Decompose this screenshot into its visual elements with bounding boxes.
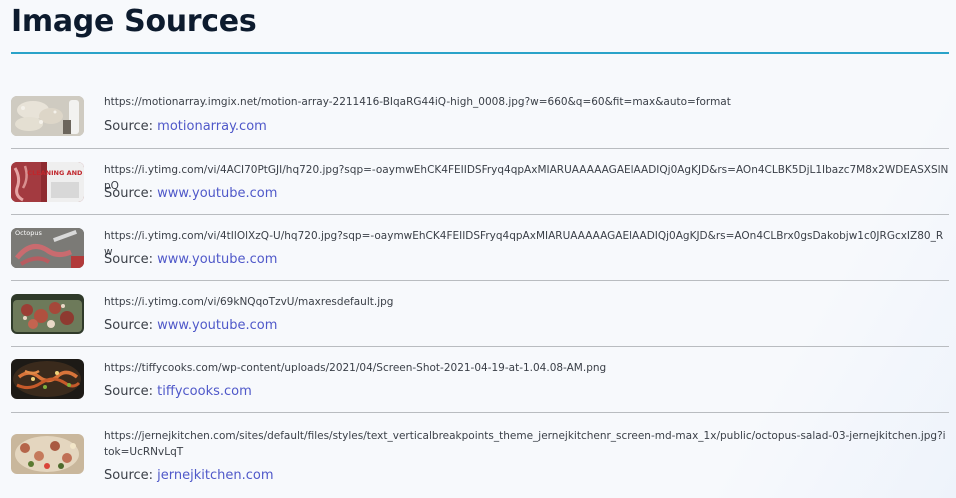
source-label: Source:	[104, 468, 158, 483]
thumbnail-caption: CLEANING AND PREP	[27, 169, 84, 177]
source-line: Source: www.youtube.com	[104, 252, 277, 267]
source-line: Source: www.youtube.com	[104, 318, 277, 333]
source-link-tiffycooks[interactable]: tiffycooks.com	[157, 384, 252, 399]
list-item: https://motionarray.imgix.net/motion-arr…	[11, 82, 949, 149]
sources-list: https://motionarray.imgix.net/motion-arr…	[11, 82, 949, 493]
source-label: Source:	[104, 384, 158, 399]
image-url: https://jernejkitchen.com/sites/default/…	[104, 430, 946, 458]
source-link-youtube[interactable]: www.youtube.com	[157, 318, 277, 333]
octopus-cleaning-video-thumbnail[interactable]: CLEANING AND PREP	[11, 162, 84, 202]
octopus-salad-thumbnail[interactable]	[11, 434, 84, 474]
source-line: Source: www.youtube.com	[104, 186, 277, 201]
list-item: CLEANING AND PREP https://i.ytimg.com/vi…	[11, 149, 949, 215]
title-divider	[11, 52, 949, 54]
cooked-octopus-thumbnail[interactable]	[11, 294, 84, 334]
source-line: Source: tiffycooks.com	[104, 384, 252, 399]
list-item: Octopus https://i.ytimg.com/vi/4tIlOlXzQ…	[11, 215, 949, 281]
image-url: https://i.ytimg.com/vi/69kNQqoTzvU/maxre…	[104, 296, 394, 308]
source-label: Source:	[104, 119, 158, 134]
list-item: https://i.ytimg.com/vi/69kNQqoTzvU/maxre…	[11, 281, 949, 347]
list-item: https://jernejkitchen.com/sites/default/…	[11, 413, 949, 493]
octopus-raw-thumbnail[interactable]	[11, 96, 84, 136]
page-title: Image Sources	[11, 4, 257, 39]
source-link-jernejkitchen[interactable]: jernejkitchen.com	[157, 468, 273, 483]
source-link-youtube[interactable]: www.youtube.com	[157, 186, 277, 201]
image-url: https://motionarray.imgix.net/motion-arr…	[104, 96, 731, 108]
source-label: Source:	[104, 318, 158, 333]
source-label: Source:	[104, 186, 158, 201]
thumbnail-caption: Octopus	[15, 229, 42, 237]
image-sources-page: Image Sources https://motionarray.imgix.…	[0, 0, 956, 498]
source-label: Source:	[104, 252, 158, 267]
source-line: Source: motionarray.com	[104, 119, 267, 134]
source-link-motionarray[interactable]: motionarray.com	[157, 119, 267, 134]
list-item: https://tiffycooks.com/wp-content/upload…	[11, 347, 949, 413]
image-url: https://tiffycooks.com/wp-content/upload…	[104, 362, 607, 374]
stir-fried-octopus-thumbnail[interactable]	[11, 359, 84, 399]
source-line: Source: jernejkitchen.com	[104, 468, 274, 483]
octopus-cutting-video-thumbnail[interactable]: Octopus	[11, 228, 84, 268]
source-link-youtube[interactable]: www.youtube.com	[157, 252, 277, 267]
